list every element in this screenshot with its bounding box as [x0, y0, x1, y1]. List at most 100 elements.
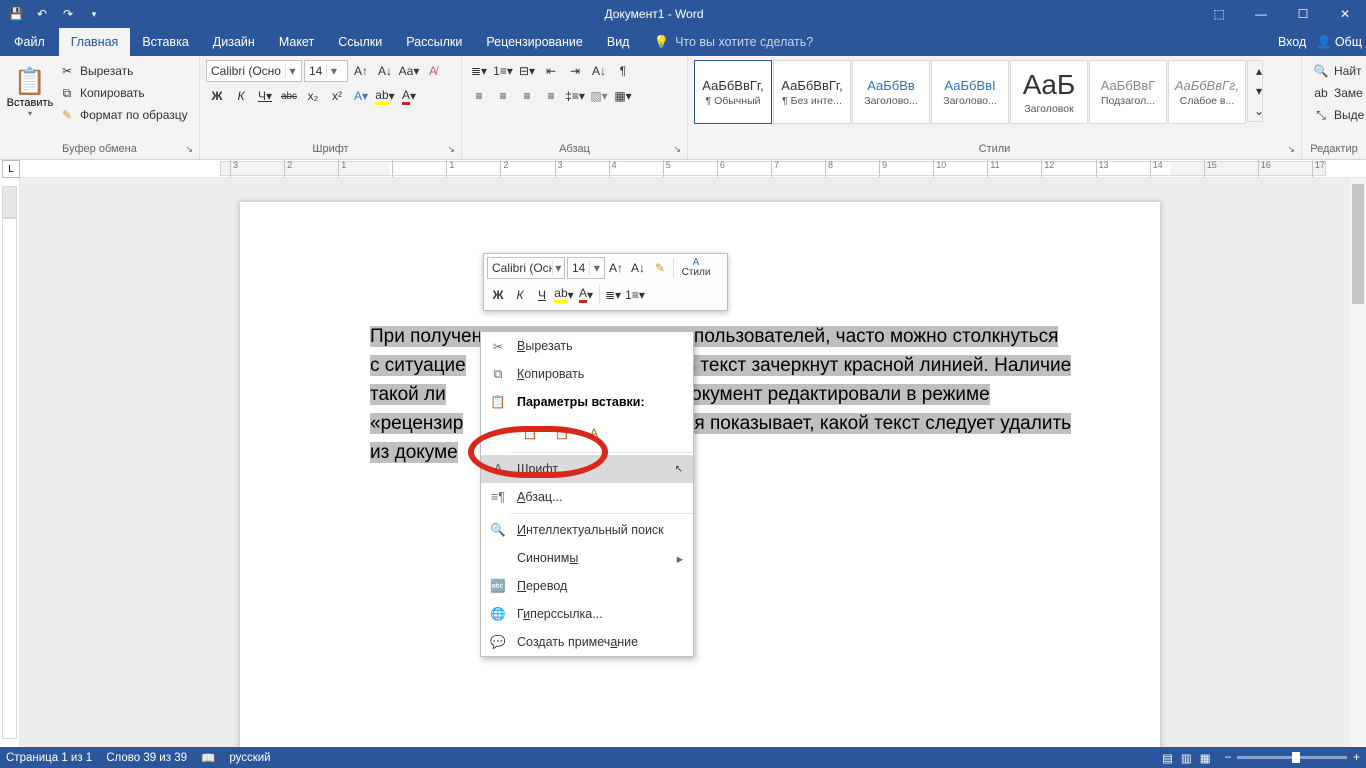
bullets-icon[interactable]: ≣▾ — [468, 60, 490, 82]
shrink-font-icon[interactable]: A↓ — [374, 60, 396, 82]
mini-numbering-icon[interactable]: 1≡▾ — [624, 284, 646, 306]
ctx-paragraph[interactable]: ≡¶Абзац... — [481, 483, 693, 511]
paste-keep-formatting-icon[interactable]: 📋 — [517, 420, 543, 446]
increase-indent-icon[interactable]: ⇥ — [564, 60, 586, 82]
mini-styles-icon[interactable]: AСтили — [676, 257, 716, 279]
tab-layout[interactable]: Макет — [267, 28, 326, 56]
ctx-translate[interactable]: 🔤Перевод — [481, 572, 693, 600]
style-heading2[interactable]: АаБбВвIЗаголово... — [931, 60, 1009, 124]
subscript-button[interactable]: x₂ — [302, 85, 324, 107]
file-tab[interactable]: Файл — [0, 28, 59, 56]
mini-underline-button[interactable]: Ч — [531, 284, 553, 306]
mini-grow-font-icon[interactable]: A↑ — [605, 257, 627, 279]
align-center-icon[interactable]: ≡ — [492, 85, 514, 107]
ctx-copy[interactable]: ⧉Копировать — [481, 360, 693, 388]
zoom-in-icon[interactable]: + — [1353, 752, 1360, 764]
style-title[interactable]: АaБЗаголовок — [1010, 60, 1088, 124]
style-normal[interactable]: АаБбВвГг,¶ Обычный — [694, 60, 772, 124]
status-proofing-icon[interactable]: 📖 — [201, 751, 215, 765]
ctx-new-comment[interactable]: 💬Создать примечание — [481, 628, 693, 656]
style-heading1[interactable]: АаБбВвЗаголово... — [852, 60, 930, 124]
zoom-out-icon[interactable]: − — [1225, 752, 1232, 764]
close-icon[interactable]: ✕ — [1324, 0, 1366, 28]
mini-format-painter-icon[interactable]: ✎ — [649, 257, 671, 279]
underline-button[interactable]: Ч▾ — [254, 85, 276, 107]
multilevel-list-icon[interactable]: ⊟▾ — [516, 60, 538, 82]
view-read-icon[interactable]: ▤ — [1162, 751, 1173, 765]
tab-home[interactable]: Главная — [59, 28, 131, 56]
mini-highlight-icon[interactable]: ab▾ — [553, 284, 575, 306]
paste-text-only-icon[interactable]: A — [581, 420, 607, 446]
mini-bold-button[interactable]: Ж — [487, 284, 509, 306]
tab-insert[interactable]: Вставка — [130, 28, 200, 56]
tab-selector[interactable]: L — [2, 160, 20, 178]
status-words[interactable]: Слово 39 из 39 — [106, 752, 187, 764]
ribbon-display-options-icon[interactable]: ⬚ — [1198, 0, 1240, 28]
bold-button[interactable]: Ж — [206, 85, 228, 107]
horizontal-ruler[interactable]: 3211234567891011121314151617 — [20, 160, 1366, 178]
mini-font-color-icon[interactable]: A▾ — [575, 284, 597, 306]
replace-button[interactable]: abЗаме — [1308, 82, 1366, 104]
font-name-combo[interactable]: Calibri (Осно▾ — [206, 60, 302, 82]
italic-button[interactable]: К — [230, 85, 252, 107]
style-subtitle[interactable]: АаБбВвГПодзагол... — [1089, 60, 1167, 124]
minimize-icon[interactable]: — — [1240, 0, 1282, 28]
grow-font-icon[interactable]: A↑ — [350, 60, 372, 82]
shading-icon[interactable]: ▧▾ — [588, 85, 610, 107]
find-button[interactable]: 🔍Найт — [1308, 60, 1366, 82]
scroll-thumb[interactable] — [1352, 184, 1364, 304]
clipboard-dialog-launcher-icon[interactable]: ↘ — [185, 144, 193, 155]
sort-icon[interactable]: A↓ — [588, 60, 610, 82]
borders-icon[interactable]: ▦▾ — [612, 85, 634, 107]
view-web-icon[interactable]: ▦ — [1200, 751, 1211, 765]
tab-review[interactable]: Рецензирование — [474, 28, 595, 56]
ctx-cut[interactable]: ✂Вырезать — [481, 332, 693, 360]
style-no-spacing[interactable]: АаБбВвГг,¶ Без инте... — [773, 60, 851, 124]
paste-button[interactable]: 📋 Вставить ▾ — [6, 60, 54, 124]
mini-font-combo[interactable]: Calibri (Осн▾ — [487, 257, 565, 279]
decrease-indent-icon[interactable]: ⇤ — [540, 60, 562, 82]
qat-customize-icon[interactable]: ▾ — [82, 2, 106, 26]
share-button[interactable]: 👤Общ — [1316, 35, 1362, 50]
signin-link[interactable]: Вход — [1278, 35, 1306, 49]
clear-formatting-icon[interactable]: A̸ — [422, 60, 444, 82]
maximize-icon[interactable]: ☐ — [1282, 0, 1324, 28]
ctx-hyperlink[interactable]: 🌐Гиперссылка... — [481, 600, 693, 628]
superscript-button[interactable]: x² — [326, 85, 348, 107]
tab-references[interactable]: Ссылки — [326, 28, 394, 56]
cut-button[interactable]: ✂Вырезать — [54, 60, 193, 82]
vertical-scrollbar[interactable] — [1350, 178, 1366, 747]
copy-button[interactable]: ⧉Копировать — [54, 82, 193, 104]
styles-dialog-launcher-icon[interactable]: ↘ — [1287, 144, 1295, 155]
tell-me-search[interactable]: 💡 Что вы хотите сделать? — [641, 28, 825, 56]
format-painter-button[interactable]: ✎Формат по образцу — [54, 104, 193, 126]
select-button[interactable]: ⤡Выде — [1308, 104, 1366, 126]
align-left-icon[interactable]: ≡ — [468, 85, 490, 107]
status-page[interactable]: Страница 1 из 1 — [6, 752, 92, 764]
status-language[interactable]: русский — [229, 752, 270, 764]
ctx-synonyms[interactable]: Синонимы▸ — [481, 544, 693, 572]
align-right-icon[interactable]: ≡ — [516, 85, 538, 107]
mini-size-combo[interactable]: 14▾ — [567, 257, 605, 279]
highlight-color-icon[interactable]: ab▾ — [374, 85, 396, 107]
redo-icon[interactable]: ↷ — [56, 2, 80, 26]
tab-design[interactable]: Дизайн — [201, 28, 267, 56]
tab-view[interactable]: Вид — [595, 28, 642, 56]
change-case-icon[interactable]: Aa▾ — [398, 60, 420, 82]
ctx-font[interactable]: AШрифт...↖ — [481, 455, 693, 483]
ctx-smart-lookup[interactable]: 🔍Интеллектуальный поиск — [481, 516, 693, 544]
style-subtle-emphasis[interactable]: АаБбВвГг,Слабое в... — [1168, 60, 1246, 124]
strikethrough-button[interactable]: abc — [278, 85, 300, 107]
line-spacing-icon[interactable]: ‡≡▾ — [564, 85, 586, 107]
tab-mailings[interactable]: Рассылки — [394, 28, 474, 56]
font-size-combo[interactable]: 14▾ — [304, 60, 348, 82]
styles-scroll-down-icon[interactable]: ▾ — [1248, 81, 1270, 101]
styles-expand-icon[interactable]: ⌄ — [1248, 101, 1270, 121]
mini-bullets-icon[interactable]: ≣▾ — [602, 284, 624, 306]
save-icon[interactable]: 💾 — [4, 2, 28, 26]
font-dialog-launcher-icon[interactable]: ↘ — [447, 144, 455, 155]
vertical-ruler[interactable] — [0, 178, 20, 747]
styles-scroll-up-icon[interactable]: ▴ — [1248, 61, 1270, 81]
font-color-icon[interactable]: A▾ — [398, 85, 420, 107]
paste-merge-formatting-icon[interactable]: 📋 — [549, 420, 575, 446]
